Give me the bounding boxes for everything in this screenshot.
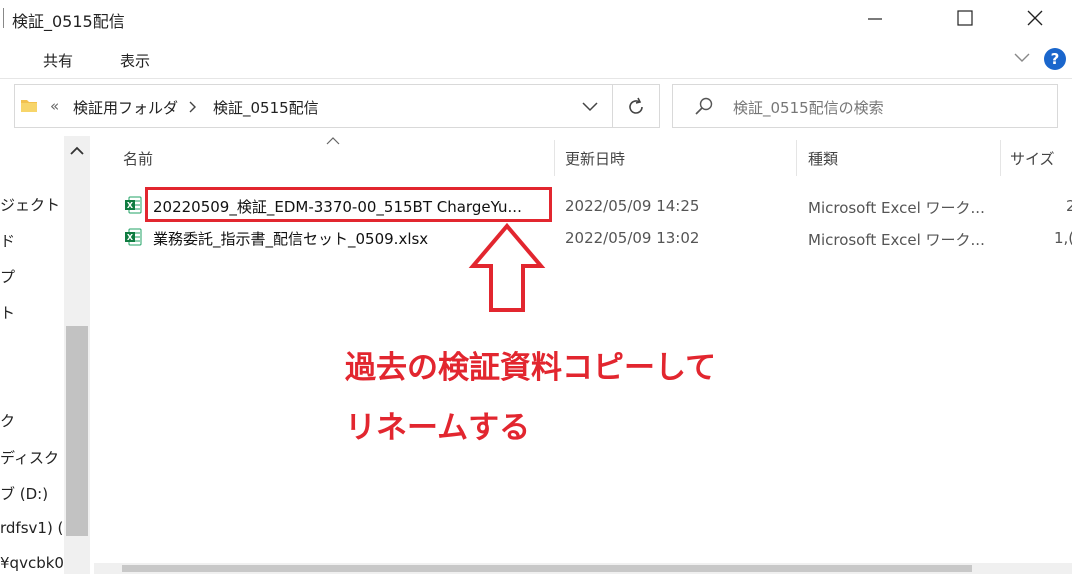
nav-item[interactable]: ト — [0, 302, 15, 323]
folder-icon — [21, 100, 37, 112]
column-divider[interactable] — [554, 140, 555, 176]
maximize-button[interactable] — [942, 0, 988, 36]
excel-file-icon: X — [125, 196, 142, 214]
horizontal-scrollbar-thumb[interactable] — [122, 565, 972, 572]
address-dropdown-icon[interactable] — [582, 101, 598, 113]
breadcrumb-item-parent[interactable]: 検証用フォルダ — [73, 97, 178, 118]
minimize-icon — [868, 18, 882, 20]
tab-share[interactable]: 共有 — [43, 50, 73, 71]
column-divider[interactable] — [796, 140, 797, 176]
column-header-name[interactable]: 名前 — [123, 148, 153, 169]
annotation-up-arrow-icon — [468, 222, 546, 312]
file-modified: 2022/05/09 14:25 — [565, 197, 700, 215]
file-type: Microsoft Excel ワーク... — [808, 231, 985, 249]
tab-view[interactable]: 表示 — [120, 50, 150, 71]
svg-text:X: X — [127, 233, 134, 242]
ribbon — [0, 36, 1072, 79]
search-icon — [695, 97, 713, 115]
breadcrumb-chevron-icon — [189, 101, 196, 113]
file-name[interactable]: 業務委託_指示書_配信セット_0509.xlsx — [153, 228, 428, 249]
nav-item[interactable]: プ — [0, 266, 15, 287]
close-button[interactable] — [1012, 0, 1058, 36]
maximize-icon — [957, 10, 973, 26]
file-modified: 2022/05/09 13:02 — [565, 229, 700, 247]
file-size: 1,( — [1054, 229, 1072, 247]
nav-item[interactable]: ク — [0, 410, 15, 431]
nav-item[interactable]: ジェクト — [0, 194, 60, 215]
nav-item[interactable]: ド — [0, 230, 15, 251]
address-divider — [612, 85, 613, 127]
minimize-button[interactable] — [852, 0, 898, 36]
column-header-type[interactable]: 種類 — [808, 148, 838, 169]
nav-item[interactable]: ブ (D:) — [0, 483, 48, 504]
breadcrumb-overflow[interactable]: « — [50, 97, 59, 115]
nav-scrollbar-thumb[interactable] — [66, 326, 88, 536]
annotation-highlight-box — [145, 187, 552, 222]
scroll-up-icon[interactable] — [70, 146, 84, 156]
window-title: 検証_0515配信 — [12, 12, 125, 31]
breadcrumb-item-current[interactable]: 検証_0515配信 — [213, 97, 319, 118]
nav-item[interactable]: rdfsv1) ( — [0, 519, 63, 537]
file-size: 2 — [1066, 197, 1072, 215]
help-icon[interactable]: ? — [1044, 48, 1066, 70]
refresh-icon[interactable] — [626, 97, 646, 117]
close-icon — [1027, 10, 1043, 26]
file-type: Microsoft Excel ワーク... — [808, 199, 985, 217]
excel-file-icon: X — [125, 228, 142, 246]
annotation-text-line1: 過去の検証資料コピーして — [345, 350, 717, 386]
title-bar — [0, 0, 1072, 36]
column-header-size[interactable]: サイズ — [1010, 148, 1055, 169]
nav-item[interactable]: ¥qvcbk0 — [0, 554, 64, 572]
annotation-text-line2: リネームする — [345, 410, 531, 446]
sort-ascending-icon — [326, 137, 340, 145]
column-divider[interactable] — [1000, 140, 1001, 176]
title-separator — [3, 8, 4, 28]
svg-text:X: X — [127, 201, 134, 210]
search-placeholder[interactable]: 検証_0515配信の検索 — [733, 97, 884, 118]
ribbon-expand-chevron-icon[interactable] — [1014, 52, 1030, 64]
column-header-modified[interactable]: 更新日時 — [565, 148, 625, 169]
